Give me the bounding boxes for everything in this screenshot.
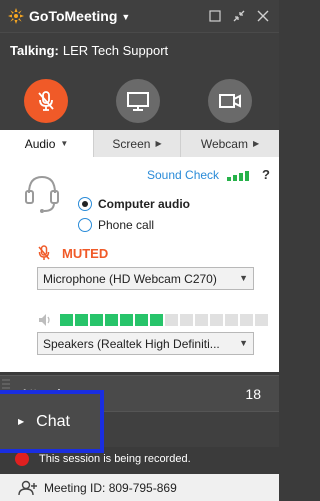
- speaker-icon: [37, 312, 53, 333]
- recording-text: This session is being recorded.: [39, 453, 191, 465]
- attendees-count: 18: [245, 385, 261, 402]
- speaker-level-meter: [60, 314, 268, 326]
- level-segment: [75, 314, 88, 326]
- mic-muted-icon: [38, 91, 54, 111]
- recording-icon: [15, 452, 29, 466]
- help-button[interactable]: ?: [262, 167, 270, 182]
- tab-screen[interactable]: Screen ▶: [93, 130, 180, 157]
- level-segment: [210, 314, 223, 326]
- webcam-icon: [219, 94, 241, 108]
- control-bar: [0, 68, 279, 130]
- audio-panel: Sound Check ? Computer audio Phone call …: [0, 157, 279, 372]
- screen-share-button[interactable]: [116, 79, 160, 123]
- signal-strength-icon: [227, 171, 249, 181]
- chevron-right-icon: ▶: [155, 139, 162, 148]
- talking-bar: Talking: LER Tech Support: [0, 32, 279, 68]
- meeting-id-bar[interactable]: Meeting ID: 809-795-869: [0, 474, 279, 501]
- radio-selected-icon[interactable]: [78, 197, 92, 211]
- level-segment: [90, 314, 103, 326]
- app-title: GoToMeeting: [29, 8, 118, 24]
- close-icon[interactable]: [251, 4, 275, 28]
- chat-button[interactable]: ▶ Chat: [0, 390, 104, 453]
- meeting-id-text: Meeting ID: 809-795-869: [44, 480, 177, 495]
- muted-status: MUTED: [38, 245, 108, 261]
- talking-label: Talking:: [10, 43, 59, 58]
- headset-icon: [24, 171, 60, 220]
- tab-bar: Audio ▼ Screen ▶ Webcam ▶: [0, 130, 279, 157]
- computer-audio-option[interactable]: Computer audio: [78, 197, 190, 211]
- phone-call-option[interactable]: Phone call: [78, 218, 154, 232]
- chevron-down-icon[interactable]: ▼: [121, 12, 130, 22]
- compact-view-icon[interactable]: [227, 4, 251, 28]
- talking-name: LER Tech Support: [62, 43, 169, 58]
- chevron-down-icon: ▼: [60, 139, 69, 148]
- radio-unselected-icon[interactable]: [78, 218, 92, 232]
- level-segment: [195, 314, 208, 326]
- level-segment: [60, 314, 73, 326]
- webcam-button[interactable]: [208, 79, 252, 123]
- mic-muted-icon: [38, 245, 50, 260]
- level-segment: [255, 314, 268, 326]
- level-segment: [120, 314, 133, 326]
- sound-check-link[interactable]: Sound Check: [147, 168, 219, 182]
- speakers-select[interactable]: Speakers (Realtek High Definiti... ▼: [37, 332, 254, 355]
- level-segment: [135, 314, 148, 326]
- level-segment: [150, 314, 163, 326]
- chevron-right-icon: ▶: [252, 139, 260, 148]
- tab-webcam[interactable]: Webcam ▶: [180, 130, 279, 157]
- mute-button[interactable]: [24, 79, 68, 123]
- level-segment: [180, 314, 193, 326]
- level-segment: [225, 314, 238, 326]
- microphone-select[interactable]: Microphone (HD Webcam C270) ▼: [37, 267, 254, 290]
- title-bar: GoToMeeting ▼: [0, 0, 279, 32]
- level-segment: [165, 314, 178, 326]
- tab-audio[interactable]: Audio ▼: [0, 130, 93, 157]
- muted-label: MUTED: [62, 245, 109, 261]
- chat-label: Chat: [36, 412, 70, 430]
- chevron-down-icon: ▼: [239, 338, 248, 348]
- screen-share-icon: [127, 92, 149, 111]
- level-segment: [105, 314, 118, 326]
- chevron-down-icon: ▼: [239, 273, 248, 283]
- chevron-right-icon: ▶: [18, 417, 25, 426]
- add-attendee-icon: [18, 480, 37, 495]
- gotomeeting-logo-icon: [8, 8, 24, 24]
- restore-icon[interactable]: [203, 4, 227, 28]
- level-segment: [240, 314, 253, 326]
